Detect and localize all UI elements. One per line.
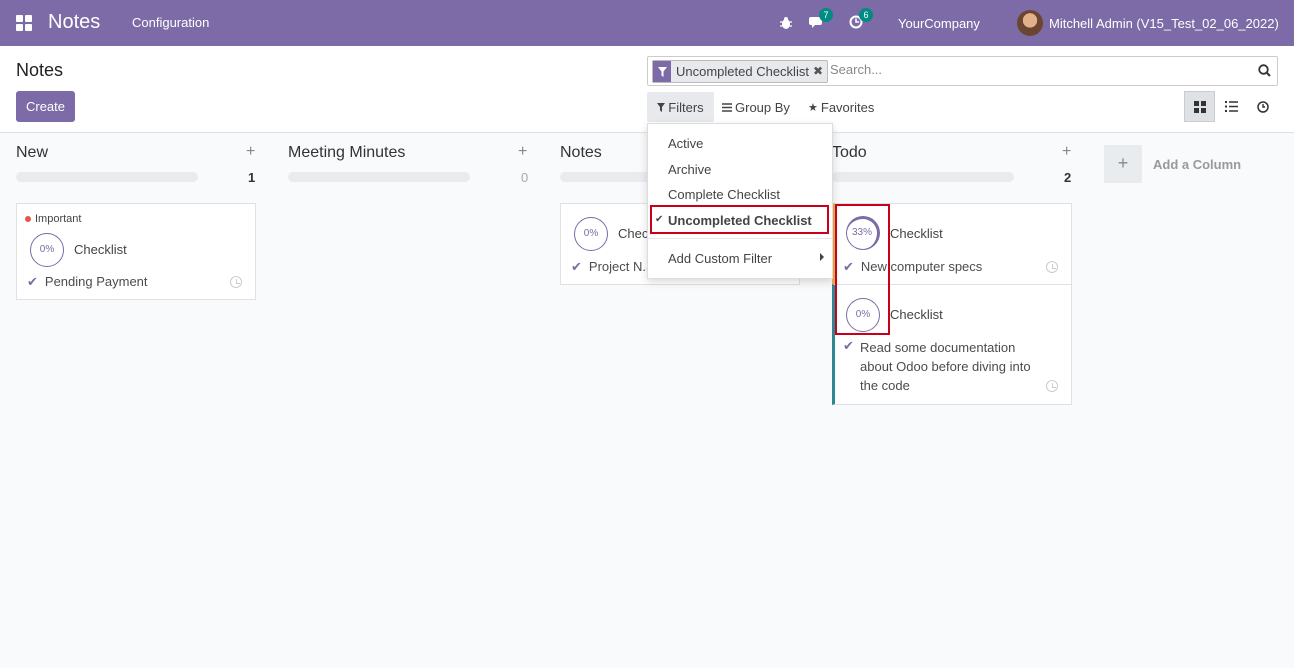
- groupby-button[interactable]: Group By: [722, 92, 790, 122]
- add-column-button[interactable]: +: [1104, 145, 1142, 183]
- column-title-meeting-minutes: Meeting Minutes: [288, 144, 406, 161]
- activity-clock-icon[interactable]: [230, 276, 242, 288]
- column-count: 1: [248, 170, 256, 185]
- tag-label: Important: [35, 213, 82, 225]
- search-facet: Uncompleted Checklist ✖: [652, 60, 828, 83]
- filters-dropdown: Active Archive Complete Checklist ✔ Unco…: [647, 123, 833, 279]
- control-panel: Notes Create Uncompleted Checklist ✖ Sea…: [0, 46, 1294, 133]
- card-title: Checklist: [890, 307, 943, 322]
- filter-option-complete-checklist[interactable]: Complete Checklist: [668, 187, 780, 202]
- create-button[interactable]: Create: [16, 91, 75, 122]
- activity-clock-icon[interactable]: [1046, 261, 1058, 273]
- menu-configuration[interactable]: Configuration: [132, 15, 209, 30]
- kanban-view-icon[interactable]: [1184, 91, 1215, 122]
- dropdown-divider: [648, 238, 832, 239]
- star-icon: ★: [808, 101, 818, 114]
- facet-remove-icon[interactable]: ✖: [813, 61, 827, 82]
- checklist-item-label: Project N.S: [588, 259, 655, 274]
- column-count: 2: [1064, 170, 1072, 185]
- column-title-new: New: [16, 144, 49, 161]
- activity-view-icon[interactable]: [1247, 91, 1278, 122]
- app-name[interactable]: Notes: [48, 11, 100, 34]
- company-switcher[interactable]: YourCompany: [898, 0, 980, 46]
- filters-button[interactable]: Filters: [647, 92, 714, 122]
- page-title: Notes: [16, 60, 64, 80]
- checklist-progress-circle: 0%: [30, 233, 64, 267]
- bars-icon: [722, 102, 732, 112]
- top-navbar: Notes Configuration 7 6 YourCompany Mitc…: [0, 0, 1294, 46]
- highlight-progress-circles: [835, 204, 890, 335]
- add-column-label[interactable]: Add a Column: [1153, 157, 1241, 172]
- highlight-uncompleted-filter: [650, 205, 829, 234]
- filter-option-active[interactable]: Active: [668, 136, 703, 151]
- debug-icon[interactable]: [779, 0, 793, 46]
- checklist-item[interactable]: ✔ Pending Payment: [27, 272, 148, 291]
- kanban-card[interactable]: Important 0% Checklist ✔ Pending Payment: [16, 203, 256, 300]
- filter-icon: [657, 102, 666, 112]
- checklist-item[interactable]: Read some documentation about Odoo befor…: [860, 338, 1045, 395]
- search-icon[interactable]: [1258, 64, 1271, 80]
- column-title-notes: Notes: [560, 144, 602, 161]
- groupby-label: Group By: [735, 99, 790, 115]
- apps-menu-icon[interactable]: [16, 15, 32, 31]
- search-bar: Uncompleted Checklist ✖ Search...: [647, 56, 1278, 86]
- search-input[interactable]: Search...: [830, 62, 882, 77]
- favorites-label: Favorites: [820, 99, 875, 115]
- checklist-progress-circle: 0%: [574, 217, 608, 251]
- messages-icon[interactable]: 7: [809, 0, 833, 46]
- check-icon: ✔: [571, 259, 582, 274]
- card-title: Checklist: [74, 242, 127, 257]
- avatar: [1017, 10, 1043, 36]
- checklist-item-label: Pending Payment: [44, 274, 148, 289]
- user-name: Mitchell Admin (V15_Test_02_06_2022): [1049, 15, 1279, 31]
- caret-right-icon: [820, 253, 824, 261]
- column-quick-create-icon[interactable]: +: [1062, 143, 1071, 161]
- filters-label: Filters: [668, 99, 704, 115]
- check-icon: ✔: [843, 338, 854, 353]
- activity-clock-icon[interactable]: [1046, 380, 1058, 392]
- check-icon: ✔: [27, 274, 38, 289]
- column-progress-bar[interactable]: [16, 172, 198, 182]
- tag-dot: [25, 216, 31, 222]
- column-quick-create-icon[interactable]: +: [246, 143, 255, 161]
- list-view-icon[interactable]: [1216, 91, 1247, 122]
- add-custom-filter[interactable]: Add Custom Filter: [668, 251, 772, 266]
- column-quick-create-icon[interactable]: +: [518, 143, 527, 161]
- filter-option-archive[interactable]: Archive: [668, 162, 711, 177]
- facet-label: Uncompleted Checklist: [676, 64, 809, 79]
- checklist-item[interactable]: ✔ Project N.S: [571, 257, 655, 276]
- filter-icon: [653, 61, 671, 82]
- favorites-button[interactable]: ★ Favorites: [808, 92, 874, 122]
- column-count: 0: [521, 170, 529, 185]
- messages-badge: 7: [819, 7, 833, 22]
- activities-icon[interactable]: 6: [849, 0, 873, 46]
- card-title: Checklist: [890, 226, 943, 241]
- column-progress-bar[interactable]: [288, 172, 470, 182]
- user-menu[interactable]: Mitchell Admin (V15_Test_02_06_2022): [1017, 0, 1279, 46]
- activities-badge: 6: [859, 7, 873, 22]
- column-progress-bar[interactable]: [832, 172, 1014, 182]
- column-title-todo: Todo: [832, 144, 867, 161]
